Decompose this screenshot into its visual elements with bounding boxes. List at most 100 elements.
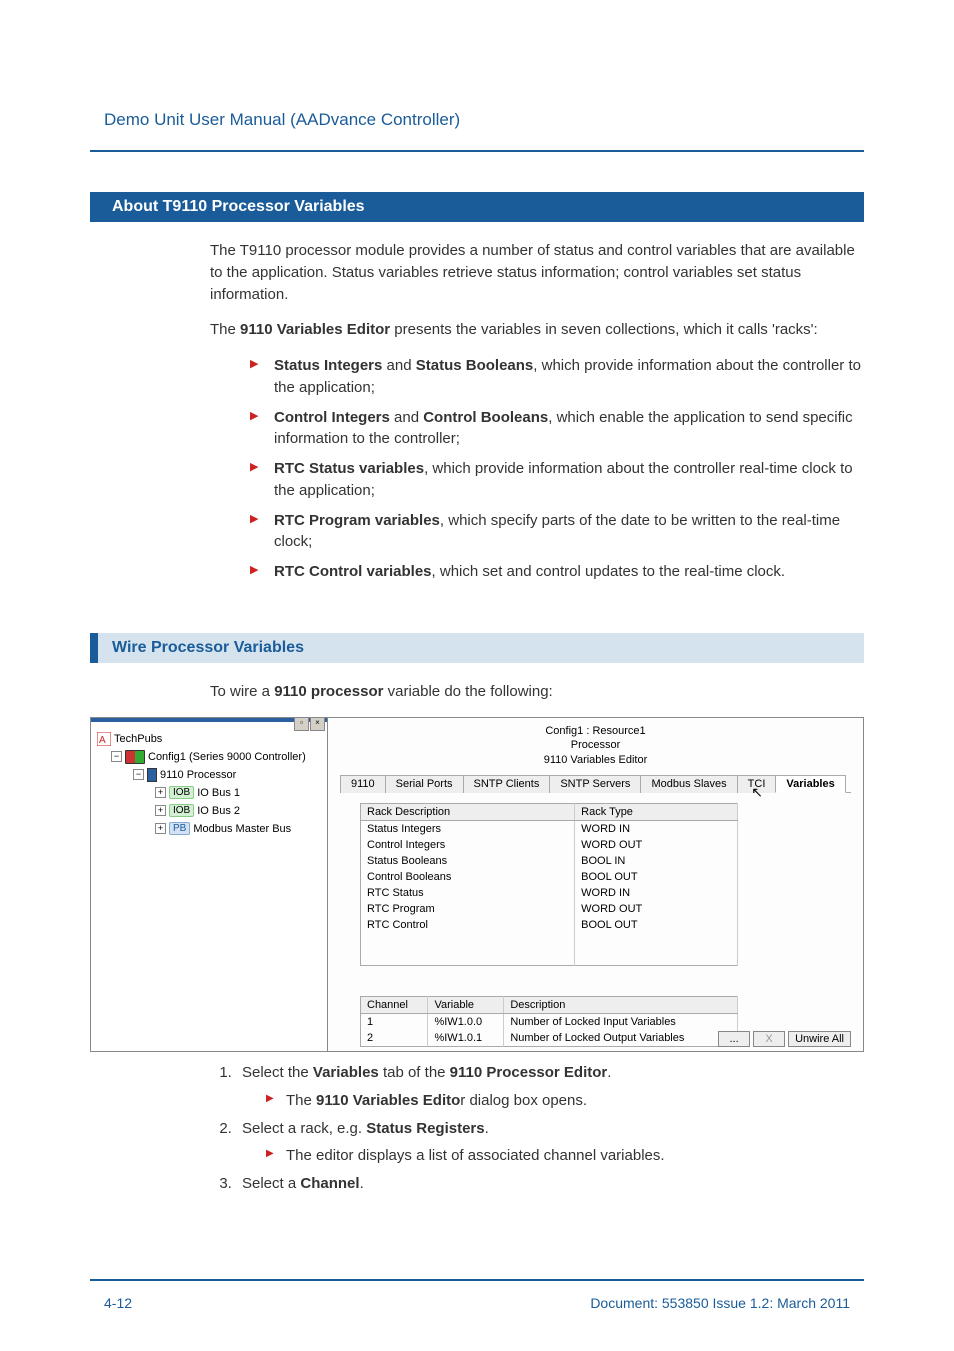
- tree-processor[interactable]: − 9110 Processor: [97, 766, 321, 784]
- para-1: The T9110 processor module provides a nu…: [90, 240, 864, 305]
- rack-row[interactable]: Control IntegersWORD OUT: [361, 837, 738, 853]
- step-1-sub: The 9110 Variables Editor dialog box ope…: [266, 1090, 864, 1112]
- ch-cell: 2: [361, 1030, 428, 1047]
- expand-icon[interactable]: +: [155, 805, 166, 816]
- unwire-all-button[interactable]: Unwire All: [788, 1031, 851, 1047]
- editor-panel: Config1 : Resource1 Processor 9110 Varia…: [328, 717, 864, 1053]
- tree-iobus1[interactable]: + IOB IO Bus 1: [97, 784, 321, 802]
- s1-b2: 9110 Processor Editor: [450, 1064, 608, 1081]
- iob-chip-icon: IOB: [169, 804, 194, 817]
- ch-cell: Number of Locked Input Variables: [504, 1014, 738, 1031]
- ch-col-variable: Variable: [428, 997, 504, 1014]
- rack-cell: WORD OUT: [575, 837, 738, 853]
- tree-root[interactable]: A TechPubs: [97, 730, 321, 748]
- bullet-control: Control Integers and Control Booleans, w…: [250, 407, 864, 451]
- rack-row[interactable]: Status BooleansBOOL IN: [361, 853, 738, 869]
- rack-row[interactable]: RTC ProgramWORD OUT: [361, 901, 738, 917]
- rack-row-empty: [361, 949, 738, 966]
- rack-cell: BOOL IN: [575, 853, 738, 869]
- header-rule: [90, 150, 864, 152]
- controller-icon: [125, 750, 145, 764]
- para-2: The 9110 Variables Editor presents the v…: [90, 319, 864, 341]
- screenshot-editor: ▫ × A TechPubs − Config1 (Series 9000 Co…: [90, 717, 864, 1053]
- wire-buttons: ... X Unwire All: [718, 1031, 851, 1047]
- para-2-post: presents the variables in seven collecti…: [390, 321, 818, 338]
- rack-cell: WORD OUT: [575, 901, 738, 917]
- rack-cell: Control Booleans: [361, 869, 575, 885]
- close-icon[interactable]: ×: [310, 717, 325, 731]
- s1s-pre: The: [286, 1092, 316, 1109]
- section-heading-about: About T9110 Processor Variables: [90, 192, 864, 222]
- rack-cell: RTC Program: [361, 901, 575, 917]
- section-heading-wire: Wire Processor Variables: [90, 633, 864, 663]
- rack-header-row: Rack Description Rack Type: [361, 804, 738, 821]
- wire-intro-post: variable do the following:: [383, 683, 552, 700]
- rack-cell: RTC Control: [361, 917, 575, 933]
- crumb-editor: 9110 Variables Editor: [340, 753, 851, 768]
- b1-bold2: Status Booleans: [416, 357, 534, 374]
- tree-iobus2[interactable]: + IOB IO Bus 2: [97, 802, 321, 820]
- b5-bold: RTC Control variables: [274, 563, 432, 580]
- wire-intro-pre: To wire a: [210, 683, 274, 700]
- collapse-icon[interactable]: −: [133, 769, 144, 780]
- s2-post: .: [485, 1120, 489, 1137]
- rack-row[interactable]: Status IntegersWORD IN: [361, 821, 738, 838]
- tree-modbus-label: Modbus Master Bus: [193, 823, 291, 835]
- tree-config[interactable]: − Config1 (Series 9000 Controller): [97, 748, 321, 766]
- channel-row[interactable]: 2 %IW1.0.1 Number of Locked Output Varia…: [361, 1030, 738, 1047]
- tree-root-label: TechPubs: [114, 733, 162, 745]
- processor-icon: [147, 768, 157, 782]
- b2-bold2: Control Booleans: [423, 409, 548, 426]
- page-footer: 4-12 Document: 553850 Issue 1.2: March 2…: [90, 1279, 864, 1311]
- rack-col-description: Rack Description: [361, 804, 575, 821]
- tab-variables[interactable]: Variables: [775, 775, 845, 793]
- rack-row[interactable]: RTC ControlBOOL OUT: [361, 917, 738, 933]
- bullet-rtc-control: RTC Control variables, which set and con…: [250, 561, 864, 583]
- tree-config-label: Config1 (Series 9000 Controller): [148, 751, 306, 763]
- para-2-bold: 9110 Variables Editor: [240, 321, 390, 338]
- rack-row[interactable]: RTC StatusWORD IN: [361, 885, 738, 901]
- tab-serial-ports[interactable]: Serial Ports: [385, 775, 464, 793]
- rack-row-empty: [361, 933, 738, 949]
- steps-list: Select the Variables tab of the 9110 Pro…: [90, 1062, 864, 1195]
- rack-table: Rack Description Rack Type Status Intege…: [360, 803, 738, 966]
- header-title: Demo Unit User Manual (AADvance Controll…: [90, 110, 864, 130]
- window-controls: ▫ ×: [294, 717, 325, 731]
- rack-cell: Status Integers: [361, 821, 575, 838]
- ch-col-channel: Channel: [361, 997, 428, 1014]
- crumb-processor: Processor: [340, 738, 851, 753]
- step-1: Select the Variables tab of the 9110 Pro…: [236, 1062, 864, 1112]
- rack-cell: Status Booleans: [361, 853, 575, 869]
- rack-cell: BOOL OUT: [575, 869, 738, 885]
- editor-tabs: 9110 Serial Ports SNTP Clients SNTP Serv…: [340, 774, 851, 793]
- channel-row[interactable]: 1 %IW1.0.0 Number of Locked Input Variab…: [361, 1014, 738, 1031]
- s3-b: Channel: [300, 1175, 359, 1192]
- s3-post: .: [360, 1175, 364, 1192]
- rack-row[interactable]: Control BooleansBOOL OUT: [361, 869, 738, 885]
- channel-table: Channel Variable Description 1 %IW1.0.0 …: [360, 996, 738, 1047]
- dock-icon[interactable]: ▫: [294, 717, 309, 731]
- tab-sntp-clients[interactable]: SNTP Clients: [463, 775, 551, 793]
- ch-cell: Number of Locked Output Variables: [504, 1030, 738, 1047]
- wire-intro-bold: 9110 processor: [274, 683, 383, 700]
- browse-button[interactable]: ...: [718, 1031, 750, 1047]
- tree-modbus[interactable]: + PB Modbus Master Bus: [97, 820, 321, 838]
- tab-modbus-slaves[interactable]: Modbus Slaves: [640, 775, 737, 793]
- tab-sntp-servers[interactable]: SNTP Servers: [549, 775, 641, 793]
- b2-mid: and: [390, 409, 423, 426]
- expand-icon[interactable]: +: [155, 787, 166, 798]
- ch-cell: 1: [361, 1014, 428, 1031]
- wire-intro: To wire a 9110 processor variable do the…: [90, 681, 864, 703]
- tab-9110[interactable]: 9110: [340, 775, 386, 793]
- collapse-icon[interactable]: −: [111, 751, 122, 762]
- crumb-config: Config1 : Resource1: [340, 724, 851, 739]
- b4-bold: RTC Program variables: [274, 512, 440, 529]
- expand-icon[interactable]: +: [155, 823, 166, 834]
- tree-processor-label: 9110 Processor: [160, 769, 236, 781]
- app-icon: A: [97, 732, 111, 746]
- footer-document-id: Document: 553850 Issue 1.2: March 2011: [590, 1295, 850, 1311]
- clear-button[interactable]: X: [753, 1031, 785, 1047]
- para-2-pre: The: [210, 321, 240, 338]
- ch-cell: %IW1.0.0: [428, 1014, 504, 1031]
- b1-mid: and: [382, 357, 415, 374]
